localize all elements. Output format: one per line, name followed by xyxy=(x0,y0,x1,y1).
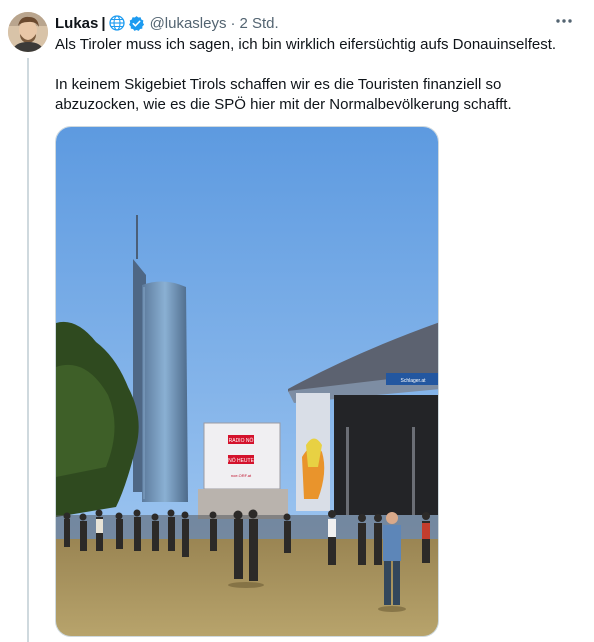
globe-icon xyxy=(108,15,125,31)
name-separator: | xyxy=(101,14,106,32)
tweet-header: Lukas | @lukasleys · 2 Std. xyxy=(55,13,279,33)
avatar-image xyxy=(8,12,48,52)
verified-badge-icon[interactable] xyxy=(128,15,145,32)
more-options-icon[interactable] xyxy=(550,10,578,32)
author-name[interactable]: Lukas xyxy=(55,15,98,32)
billboard-mid-text: NÖ HEUTE xyxy=(228,457,255,464)
stage-banner-text: Schlager.at xyxy=(400,378,426,384)
timestamp[interactable]: 2 Std. xyxy=(239,15,278,32)
avatar[interactable] xyxy=(8,12,48,52)
author-handle[interactable]: @lukasleys xyxy=(150,15,227,32)
tweet-text: Als Tiroler muss ich sagen, ich bin wirk… xyxy=(55,36,557,113)
billboard-small-text: noe.ORF.at xyxy=(231,473,252,478)
festival-photo: RADIO NÖ NÖ HEUTE noe.ORF.at Schlager.at xyxy=(56,127,438,636)
billboard-top-text: RADIO NÖ xyxy=(229,437,254,444)
tweet[interactable]: Lukas | @lukasleys · 2 Std. Als Tiroler … xyxy=(0,0,594,642)
separator-dot: · xyxy=(230,14,236,32)
thread-line xyxy=(27,58,29,642)
tweet-photo[interactable]: RADIO NÖ NÖ HEUTE noe.ORF.at Schlager.at xyxy=(55,126,439,637)
